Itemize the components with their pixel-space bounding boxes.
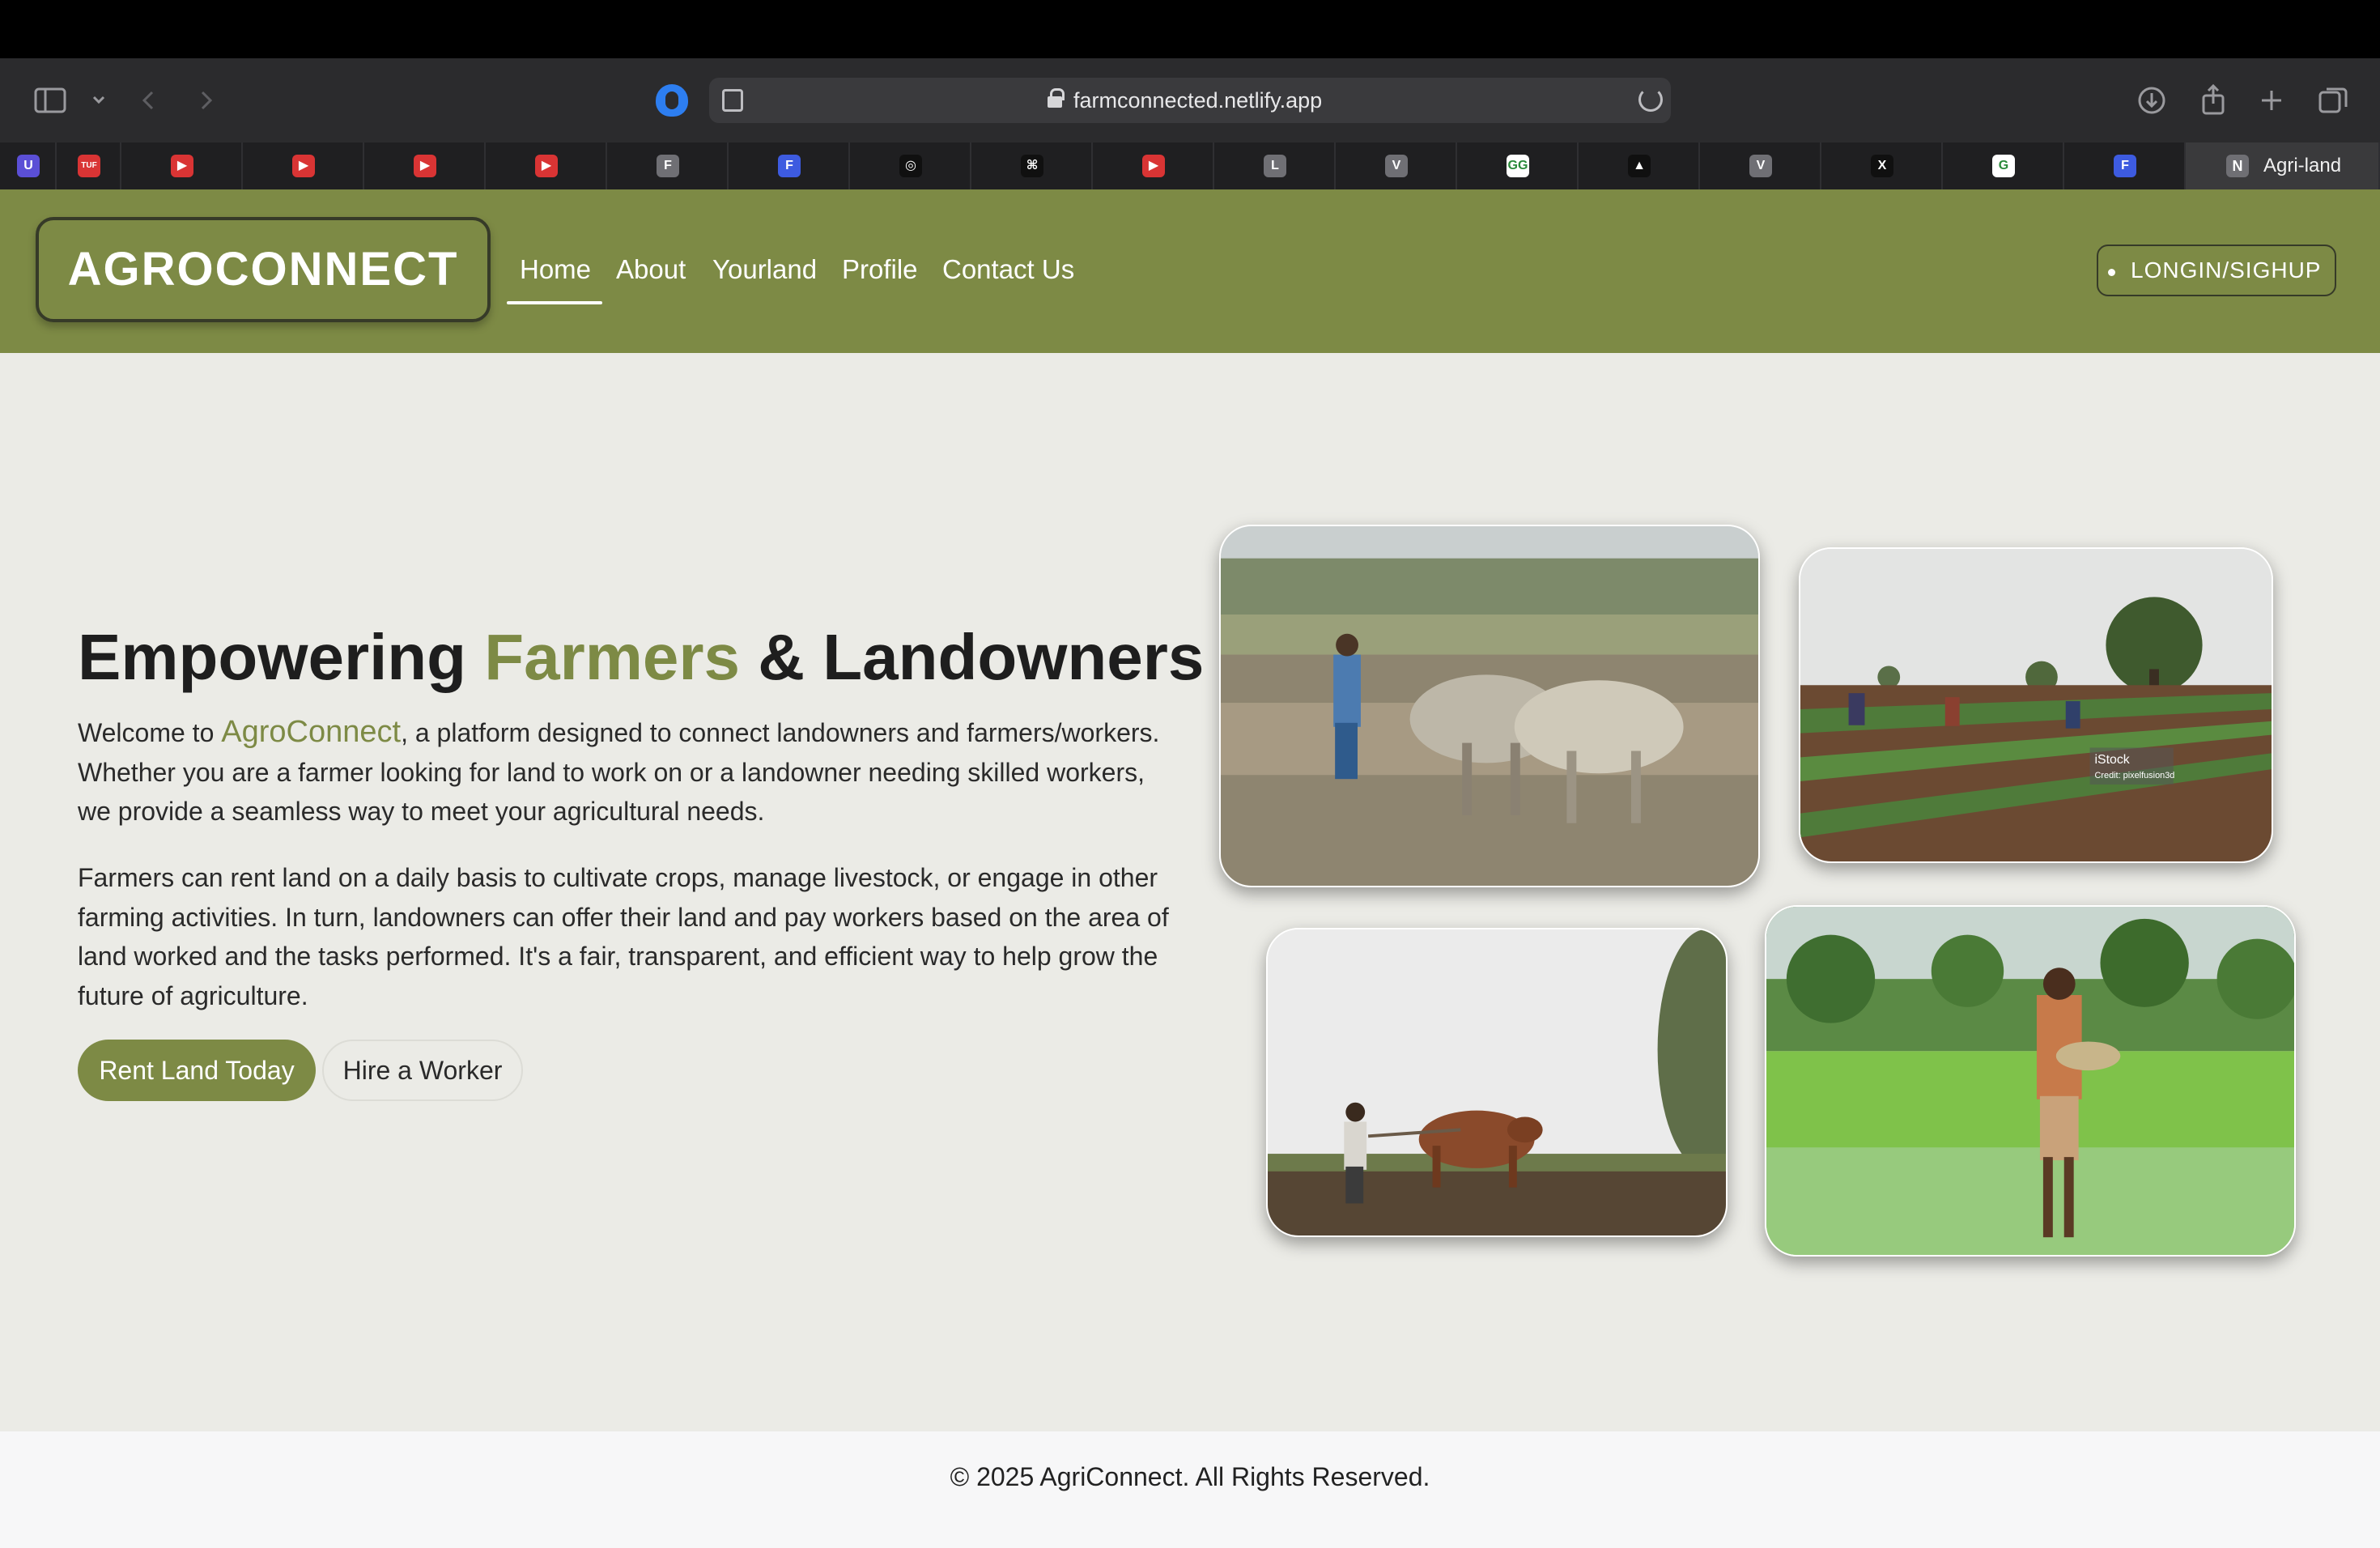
intro-brand: AgroConnect — [221, 715, 402, 749]
headline-part1: Empowering — [78, 621, 485, 693]
intro-prefix: Welcome to — [78, 718, 222, 747]
sidebar-toggle-icon[interactable] — [32, 83, 68, 118]
tab-overview-icon[interactable] — [2315, 83, 2351, 118]
nav-link-about[interactable]: About — [616, 253, 686, 287]
active-nav-indicator — [507, 301, 602, 304]
nav-link-profile[interactable]: Profile — [842, 253, 918, 287]
tab-favicon-icon: ▶ — [414, 155, 436, 177]
tab-favicon-icon: ▲ — [1628, 155, 1651, 177]
reader-view-icon[interactable] — [722, 89, 743, 112]
tab-1[interactable]: TUF — [57, 142, 121, 189]
tab-favicon-icon: ▶ — [535, 155, 558, 177]
rent-land-button[interactable]: Rent Land Today — [78, 1040, 316, 1101]
tab-favicon-icon: V — [1385, 155, 1408, 177]
istock-watermark: iStock — [2095, 753, 2130, 767]
tab-5[interactable]: ▶ — [486, 142, 607, 189]
url-text[interactable]: farmconnected.netlify.app — [1073, 86, 1322, 115]
nav-link-home[interactable]: Home — [520, 253, 591, 287]
tab-10[interactable]: ▶ — [1093, 142, 1214, 189]
tab-favicon-icon: G — [1992, 155, 2015, 177]
download-icon[interactable] — [2134, 83, 2170, 118]
tab-favicon-icon: F — [2114, 155, 2136, 177]
tab-0[interactable]: U — [0, 142, 57, 189]
tab-3[interactable]: ▶ — [243, 142, 364, 189]
share-icon[interactable] — [2195, 83, 2231, 118]
tab-8[interactable]: ◎ — [850, 142, 971, 189]
reload-icon[interactable] — [1638, 87, 1663, 112]
tab-16[interactable]: X — [1821, 142, 1943, 189]
hire-worker-button[interactable]: Hire a Worker — [322, 1040, 523, 1101]
headline-part2: & Landowners — [740, 621, 1205, 693]
tab-favicon-icon: F — [778, 155, 801, 177]
nav-link-contact[interactable]: Contact Us — [942, 253, 1074, 287]
tab-13[interactable]: GG — [1457, 142, 1579, 189]
hero-headline: Empowering Farmers & Landowners — [78, 617, 1204, 698]
tab-favicon-icon: GG — [1507, 155, 1529, 177]
istock-credit: Credit: pixelfusion3d — [2095, 771, 2175, 780]
privacy-shield-icon[interactable] — [656, 84, 688, 117]
tab-favicon-icon: ▶ — [1142, 155, 1165, 177]
lock-icon — [1048, 88, 1065, 108]
tab-11[interactable]: L — [1214, 142, 1336, 189]
tab-4[interactable]: ▶ — [364, 142, 486, 189]
chevron-down-icon[interactable] — [81, 83, 117, 118]
tab-7[interactable]: F — [729, 142, 850, 189]
tab-18[interactable]: F — [2064, 142, 2186, 189]
back-icon[interactable] — [131, 83, 167, 118]
tab-12[interactable]: V — [1336, 142, 1457, 189]
active-tab-title[interactable]: Agri-land — [2263, 154, 2341, 178]
tab-9[interactable]: ⌘ — [971, 142, 1093, 189]
tab-favicon-icon: L — [1264, 155, 1286, 177]
details-paragraph: Farmers can rent land on a daily basis t… — [78, 863, 1169, 1010]
tab-favicon-icon: TUF — [78, 155, 100, 177]
tab-favicon-icon: F — [657, 155, 679, 177]
tab-2[interactable]: ▶ — [121, 142, 243, 189]
photo-cow-plowing — [1266, 928, 1728, 1237]
login-signup-button[interactable]: LONGIN/SIGHUP — [2097, 245, 2336, 296]
login-signup-label: LONGIN/SIGHUP — [2131, 257, 2322, 283]
footer-copyright: © 2025 AgriConnect. All Rights Reserved. — [950, 1462, 1430, 1491]
photo-oxen-plowing-paddy — [1219, 525, 1760, 887]
tab-favicon-icon: ▶ — [292, 155, 315, 177]
bullet-icon — [2108, 269, 2115, 276]
new-tab-icon[interactable] — [2254, 83, 2289, 118]
tab-favicon-icon: V — [1749, 155, 1772, 177]
tab-favicon-icon: ⌘ — [1021, 155, 1043, 177]
tab-favicon-icon: N — [2226, 155, 2249, 177]
tab-favicon-icon: U — [17, 155, 40, 177]
tab-favicon-icon: ▶ — [171, 155, 193, 177]
brand-logo[interactable]: AGROCONNECT — [36, 217, 491, 322]
tab-favicon-icon: ◎ — [899, 155, 922, 177]
nav-link-yourland[interactable]: Yourland — [712, 253, 817, 287]
forward-icon[interactable] — [188, 83, 223, 118]
tab-14[interactable]: ▲ — [1579, 142, 1700, 189]
tab-15[interactable]: V — [1700, 142, 1821, 189]
headline-accent: Farmers — [484, 621, 741, 693]
tab-17[interactable]: G — [1943, 142, 2064, 189]
system-menu-bar — [0, 0, 2380, 58]
tab-6[interactable]: F — [607, 142, 729, 189]
photo-workers-in-field: iStock Credit: pixelfusion3d — [1799, 547, 2273, 863]
intro-paragraph: Welcome to AgroConnect, a platform desig… — [78, 712, 1179, 831]
photo-farmer-sowing-paddy — [1765, 905, 2296, 1257]
tab-favicon-icon: X — [1871, 155, 1893, 177]
